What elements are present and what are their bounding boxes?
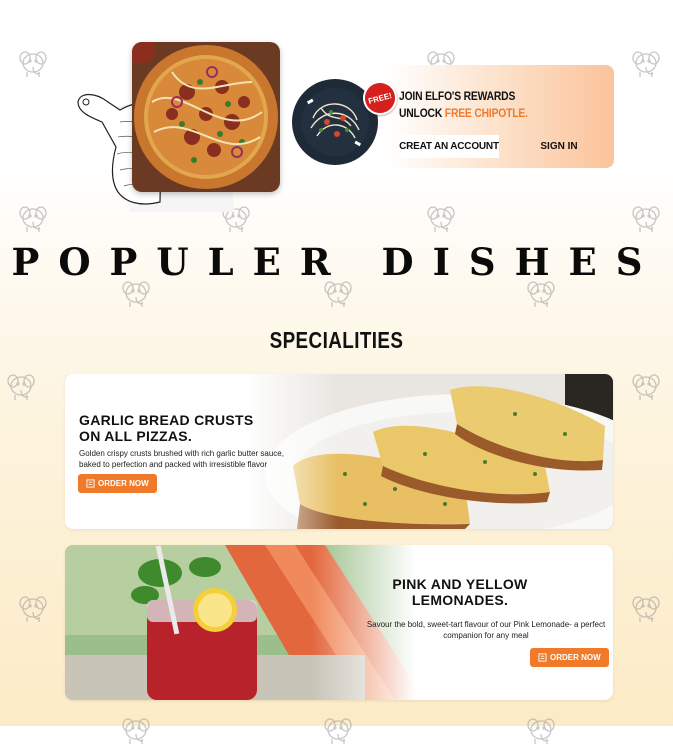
special-card-garlic-bread: GARLIC BREAD CRUSTS ON ALL PIZZAS. Golde… <box>65 374 613 529</box>
elephant-mascot-icon <box>630 45 664 79</box>
elephant-mascot-icon <box>525 712 559 746</box>
rewards-heading: JOIN ELFO'S REWARDS <box>399 89 516 103</box>
page-title: POPULER DISHES <box>11 240 662 284</box>
elephant-mascot-icon <box>17 45 51 79</box>
order-now-button[interactable]: ORDER NOW <box>78 474 157 493</box>
special-description: Savour the bold, sweet-tart flavour of o… <box>351 619 613 641</box>
rewards-subheading-accent: FREE CHIPOTLE. <box>444 106 528 120</box>
sign-in-button[interactable]: SIGN IN <box>533 135 585 158</box>
order-now-label: ORDER NOW <box>98 479 149 488</box>
order-now-button[interactable]: ORDER NOW <box>530 648 609 667</box>
elephant-mascot-icon <box>425 200 459 234</box>
elephant-mascot-icon <box>120 712 154 746</box>
special-title-line1: PINK AND YELLOW <box>392 576 528 592</box>
elephant-mascot-icon <box>17 200 51 234</box>
pizza-hero <box>70 42 285 217</box>
elephant-mascot-icon <box>630 200 664 234</box>
section-subtitle: SPECIALITIES <box>269 327 404 353</box>
special-title: PINK AND YELLOW LEMONADES. <box>365 576 555 608</box>
pizza-image <box>132 42 280 192</box>
rewards-subheading: UNLOCK FREE CHIPOTLE. <box>399 106 528 120</box>
order-now-label: ORDER NOW <box>550 653 601 662</box>
elephant-mascot-icon <box>322 712 356 746</box>
special-description-line2: companion for any meal <box>443 631 529 640</box>
special-title-line2: LEMONADES. <box>411 592 509 608</box>
special-description-line1: Savour the bold, sweet-tart flavour of o… <box>366 620 606 629</box>
elephant-mascot-icon <box>630 590 664 624</box>
special-description-line2: baked to perfection and packed with irre… <box>79 460 268 469</box>
special-description: Golden crispy crusts brushed with rich g… <box>79 448 284 470</box>
elephant-mascot-icon <box>630 368 664 402</box>
elephant-mascot-icon <box>17 590 51 624</box>
special-title-line2: ON ALL PIZZAS. <box>79 428 193 444</box>
special-description-line1: Golden crispy crusts brushed with rich g… <box>79 449 284 458</box>
rewards-subheading-prefix: UNLOCK <box>399 106 445 120</box>
order-list-icon <box>538 653 547 662</box>
special-title: GARLIC BREAD CRUSTS ON ALL PIZZAS. <box>79 412 253 444</box>
special-title-line1: GARLIC BREAD CRUSTS <box>79 412 254 428</box>
order-list-icon <box>86 479 95 488</box>
special-card-lemonade: PINK AND YELLOW LEMONADES. Savour the bo… <box>65 545 613 700</box>
elephant-mascot-icon <box>5 368 39 402</box>
create-account-button[interactable]: CREAT AN ACCOUNT <box>399 135 499 158</box>
